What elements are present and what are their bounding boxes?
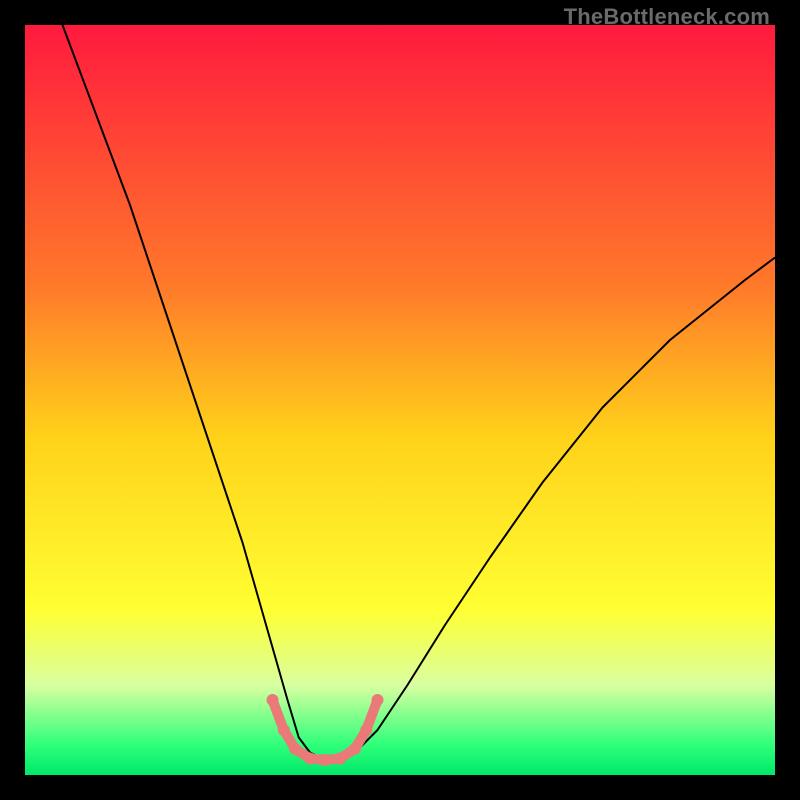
optimal-band-dot: [349, 743, 361, 755]
optimal-band-dot: [304, 753, 316, 765]
optimal-band-dot: [372, 694, 384, 706]
optimal-band-dot: [267, 694, 279, 706]
chart-background: [25, 25, 775, 775]
optimal-band-dot: [319, 754, 331, 766]
chart-frame: TheBottleneck.com: [0, 0, 800, 800]
optimal-band-dot: [360, 724, 372, 736]
chart-plot-area: [25, 25, 775, 775]
optimal-band-dot: [334, 753, 346, 765]
optimal-band-dot: [278, 724, 290, 736]
watermark-text: TheBottleneck.com: [564, 4, 770, 30]
chart-svg: [25, 25, 775, 775]
optimal-band-dot: [289, 743, 301, 755]
